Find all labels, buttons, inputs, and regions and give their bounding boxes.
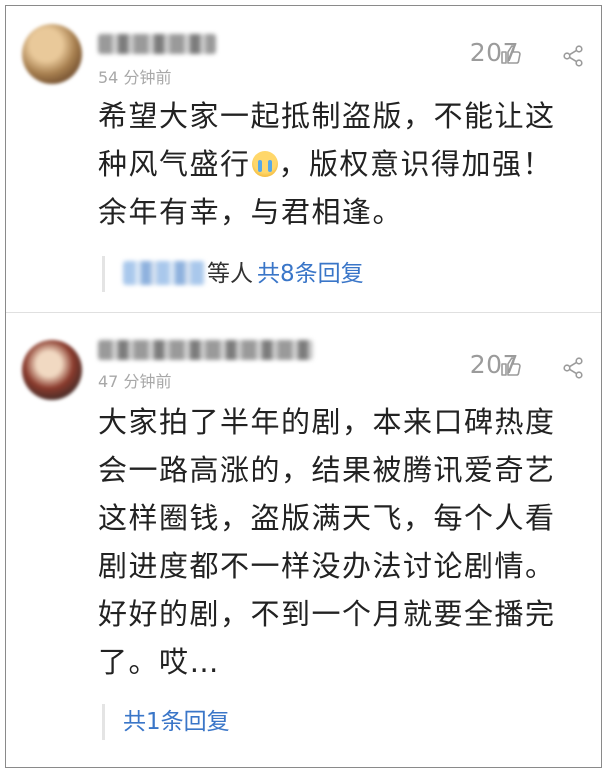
comment-text: 希望大家一起抵制盗版，不能让这 种风气盛行 ，版权意识得加强！ 余年有幸，与君相逢… — [98, 92, 577, 236]
comment-line: 了。哎… — [98, 645, 221, 679]
comment-line: 希望大家一起抵制盗版，不能让这 — [98, 99, 556, 133]
comment-line: 种风气盛行 — [98, 147, 251, 181]
username-blurred[interactable] — [98, 340, 313, 360]
reply-user-blurred[interactable] — [123, 261, 205, 285]
view-replies-link[interactable]: 共8条回复 — [257, 261, 364, 287]
share-icon[interactable] — [561, 356, 585, 380]
comment-line: ，版权意识得加强！ — [278, 147, 554, 181]
comment-time: 54 分钟前 — [98, 68, 172, 87]
username-blurred[interactable] — [98, 34, 216, 54]
thumbs-up-icon[interactable] — [499, 42, 523, 66]
comment-item: 47 分钟前 207 大家拍了半年的剧，本来口碑热度 会一路高涨的，结果被腾讯爱… — [6, 316, 601, 776]
thumbs-up-icon[interactable] — [499, 354, 523, 378]
avatar[interactable] — [22, 340, 82, 400]
comment-item: 54 分钟前 207 希望大家一起抵制盗版，不能让这 种风气盛行 ，版权意识得加强… — [6, 6, 601, 311]
reply-summary: 等人 共8条回复 — [102, 256, 577, 292]
comment-line: 剧进度都不一样没办法讨论剧情。 — [98, 549, 556, 583]
comment-list: 54 分钟前 207 希望大家一起抵制盗版，不能让这 种风气盛行 ，版权意识得加强… — [5, 5, 602, 768]
reply-others-label: 等人 — [207, 261, 253, 287]
reply-summary: 共1条回复 — [102, 704, 577, 740]
comment-line: 这样圈钱，盗版满天飞，每个人看 — [98, 501, 556, 535]
avatar[interactable] — [22, 24, 82, 84]
comment-line: 余年有幸，与君相逢。 — [98, 195, 404, 229]
comment-line: 大家拍了半年的剧，本来口碑热度 — [98, 405, 556, 439]
comment-line: 好好的剧，不到一个月就要全播完 — [98, 597, 556, 631]
crying-face-emoji-icon — [251, 151, 278, 177]
comment-time: 47 分钟前 — [98, 372, 172, 391]
comment-text: 大家拍了半年的剧，本来口碑热度 会一路高涨的，结果被腾讯爱奇艺 这样圈钱，盗版满… — [98, 398, 577, 686]
divider — [6, 312, 601, 313]
share-icon[interactable] — [561, 44, 585, 68]
comment-line: 会一路高涨的，结果被腾讯爱奇艺 — [98, 453, 556, 487]
view-replies-link[interactable]: 共1条回复 — [123, 709, 230, 735]
